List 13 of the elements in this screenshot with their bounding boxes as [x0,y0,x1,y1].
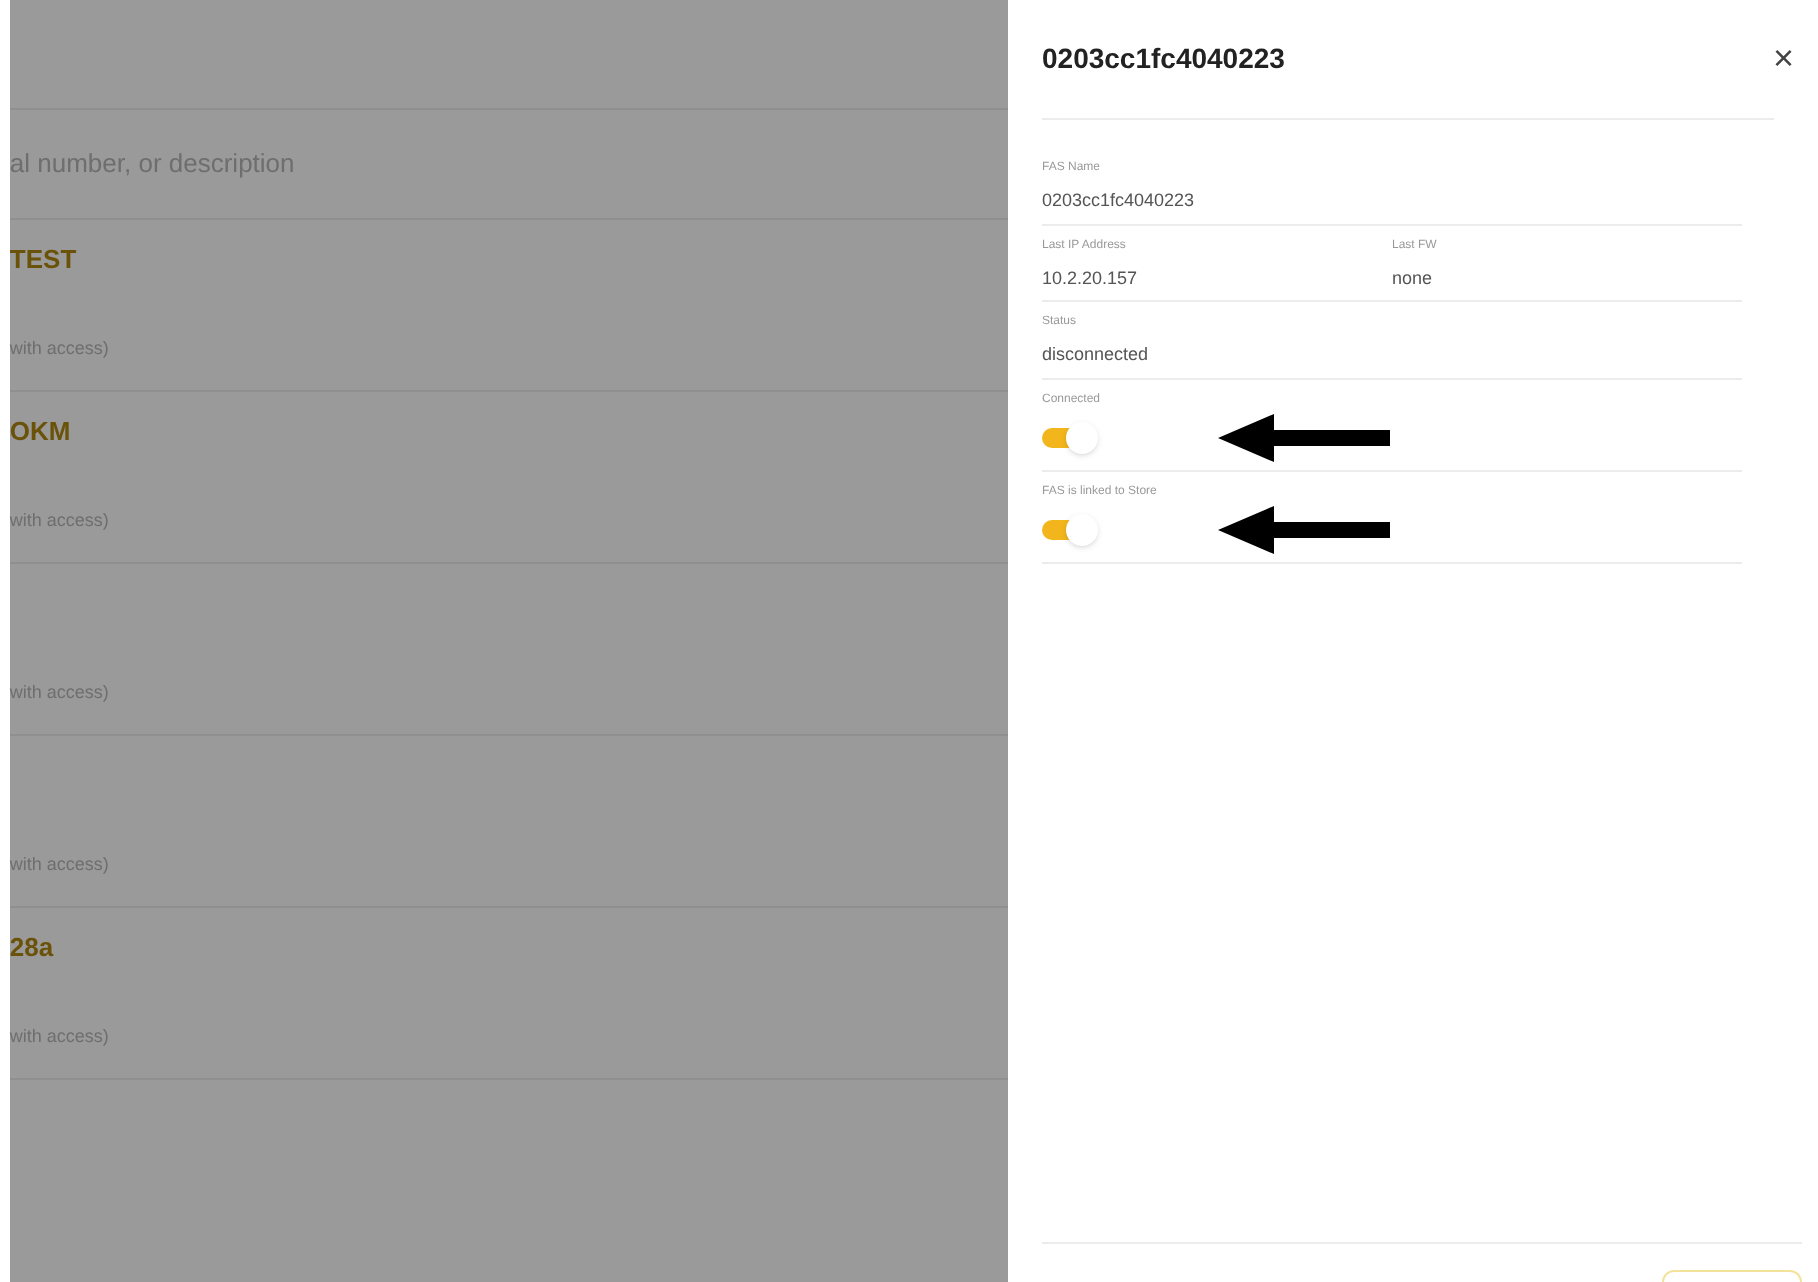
toggle-switch[interactable] [1042,513,1098,545]
close-button[interactable]: × [1772,32,1794,86]
field-value: disconnected [1042,342,1151,368]
field-value: 0203cc1fc4040223 [1042,188,1197,214]
arrow-icon [1218,505,1390,553]
item-title: OKM [9,414,73,450]
drawer-title: 0203cc1fc4040223 [1042,40,1285,78]
field-value: 10.2.20.157 [1042,265,1140,291]
item-title: TEST [9,242,79,278]
toggle-switch[interactable] [1042,421,1098,453]
item-title: 28a [9,930,56,966]
field-value: none [1392,265,1435,291]
arrow-icon [1218,413,1390,461]
